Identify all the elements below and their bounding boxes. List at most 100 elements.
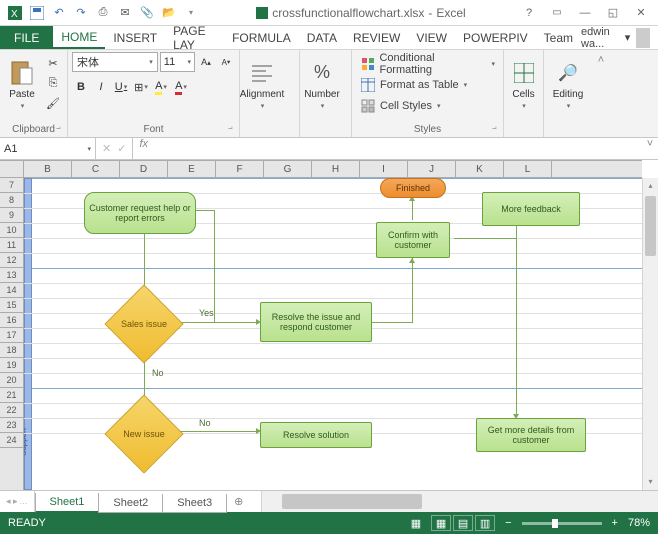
column-headers[interactable]: B C D E F G H I J K L	[24, 160, 642, 178]
row-header[interactable]: 13	[0, 268, 23, 283]
row-header[interactable]: 20	[0, 373, 23, 388]
row-header[interactable]: 11	[0, 238, 23, 253]
cells-button[interactable]: Cells▾	[508, 52, 539, 116]
decrease-font-button[interactable]: A▾	[217, 53, 235, 71]
zoom-slider[interactable]	[522, 522, 602, 525]
row-header[interactable]: 15	[0, 298, 23, 313]
sheet-tab-sheet1[interactable]: Sheet1	[35, 493, 100, 513]
restore-icon[interactable]: ◱	[600, 3, 626, 23]
font-size-combo[interactable]: 11▾	[160, 52, 195, 72]
scroll-thumb[interactable]	[645, 196, 656, 256]
shape-finished[interactable]: Finished	[380, 178, 446, 198]
formula-input[interactable]	[154, 138, 642, 159]
vertical-scrollbar[interactable]: ▴ ▾	[642, 178, 658, 490]
col-header[interactable]: E	[168, 161, 216, 177]
shape-get-details[interactable]: Get more details from customer	[476, 418, 586, 452]
paste-button[interactable]: Paste▾	[4, 52, 40, 116]
undo-icon[interactable]: ↶	[50, 4, 68, 22]
row-header[interactable]: 12	[0, 253, 23, 268]
row-header[interactable]: 9	[0, 208, 23, 223]
cut-button[interactable]: ✂	[44, 54, 62, 72]
tab-team[interactable]: Team	[536, 26, 581, 49]
border-button[interactable]: ⊞▾	[132, 78, 150, 96]
row-header[interactable]: 21	[0, 388, 23, 403]
close-icon[interactable]: ✕	[628, 3, 654, 23]
collapse-ribbon-icon[interactable]: ˄	[592, 50, 610, 137]
format-as-table-button[interactable]: Format as Table▾	[356, 75, 499, 95]
increase-font-button[interactable]: A▴	[197, 53, 215, 71]
col-header[interactable]: I	[360, 161, 408, 177]
row-header[interactable]: 23	[0, 418, 23, 433]
row-header[interactable]: 24	[0, 433, 23, 448]
sheet-tab-sheet2[interactable]: Sheet2	[98, 494, 163, 513]
account-menu[interactable]: edwin wa... ▾	[581, 26, 658, 49]
col-header[interactable]: J	[408, 161, 456, 177]
row-header[interactable]: 14	[0, 283, 23, 298]
minimize-icon[interactable]: —	[572, 3, 598, 23]
expand-formula-bar-icon[interactable]: ˅	[642, 138, 658, 159]
col-header[interactable]: H	[312, 161, 360, 177]
cancel-formula-icon[interactable]: ✕	[102, 142, 111, 155]
row-header[interactable]: 19	[0, 358, 23, 373]
file-tab[interactable]: FILE	[0, 26, 53, 49]
attach-icon[interactable]: 📎	[138, 4, 156, 22]
col-header[interactable]: C	[72, 161, 120, 177]
italic-button[interactable]: I	[92, 78, 110, 96]
mail-icon[interactable]: ✉	[116, 4, 134, 22]
row-header[interactable]: 16	[0, 313, 23, 328]
shape-new-issue[interactable]: New issue	[116, 406, 172, 462]
scroll-thumb[interactable]	[282, 494, 422, 509]
select-all-button[interactable]	[0, 160, 24, 178]
font-name-combo[interactable]: 宋体▾	[72, 52, 158, 72]
zoom-thumb[interactable]	[552, 519, 558, 528]
shape-confirm-customer[interactable]: Confirm with customer	[376, 222, 450, 258]
conditional-formatting-button[interactable]: Conditional Formatting▾	[356, 54, 499, 74]
open-icon[interactable]: 📂	[160, 4, 178, 22]
col-header[interactable]: L	[504, 161, 552, 177]
fill-color-button[interactable]: A▾	[152, 78, 170, 96]
sheet-canvas[interactable]: Support /* gridlines drawn via elements …	[24, 178, 642, 490]
alignment-button[interactable]: Alignment▾	[244, 52, 280, 116]
col-header[interactable]: B	[24, 161, 72, 177]
col-header[interactable]: F	[216, 161, 264, 177]
font-color-button[interactable]: A▾	[172, 78, 190, 96]
page-break-view-button[interactable]: ▥	[475, 515, 495, 531]
zoom-percent[interactable]: 78%	[628, 517, 650, 529]
macro-record-icon[interactable]: ▦	[411, 517, 421, 530]
tab-home[interactable]: HOME	[53, 26, 105, 49]
excel-icon[interactable]: X	[6, 4, 24, 22]
col-header[interactable]: K	[456, 161, 504, 177]
editing-button[interactable]: 🔎 Editing▾	[548, 52, 588, 116]
zoom-in-button[interactable]: +	[612, 517, 618, 529]
row-header[interactable]: 17	[0, 328, 23, 343]
tab-insert[interactable]: INSERT	[105, 26, 165, 49]
shape-sales-issue[interactable]: Sales issue	[116, 296, 172, 352]
new-sheet-button[interactable]: ⊕	[226, 491, 251, 512]
worksheet-grid[interactable]: B C D E F G H I J K L 7 8 9 10 11 12 13 …	[0, 160, 658, 490]
row-header[interactable]: 22	[0, 403, 23, 418]
shape-customer-request[interactable]: Customer request help or report errors	[84, 192, 196, 234]
underline-button[interactable]: U▾	[112, 78, 130, 96]
shape-more-feedback[interactable]: More feedback	[482, 192, 580, 226]
horizontal-scrollbar[interactable]	[261, 491, 658, 512]
tab-page-layout[interactable]: PAGE LAY	[165, 26, 224, 49]
tab-data[interactable]: DATA	[299, 26, 345, 49]
row-header[interactable]: 10	[0, 223, 23, 238]
enter-formula-icon[interactable]: ✓	[117, 142, 126, 155]
copy-button[interactable]: ⎘	[44, 74, 62, 92]
number-button[interactable]: % Number▾	[304, 52, 340, 116]
tab-formulas[interactable]: FORMULA	[224, 26, 299, 49]
col-header[interactable]: D	[120, 161, 168, 177]
ribbon-display-icon[interactable]: ▭	[544, 3, 570, 23]
row-header[interactable]: 18	[0, 343, 23, 358]
row-header[interactable]: 8	[0, 193, 23, 208]
shape-resolve-solution[interactable]: Resolve solution	[260, 422, 372, 448]
row-header[interactable]: 7	[0, 178, 23, 193]
qat-customize-icon[interactable]: ▾	[182, 4, 200, 22]
sheet-tab-sheet3[interactable]: Sheet3	[162, 494, 227, 513]
row-headers[interactable]: 7 8 9 10 11 12 13 14 15 16 17 18 19 20 2…	[0, 178, 24, 490]
fx-icon[interactable]: fx	[133, 138, 154, 159]
tab-view[interactable]: VIEW	[408, 26, 455, 49]
scroll-up-icon[interactable]: ▴	[643, 178, 658, 194]
save-icon[interactable]	[28, 4, 46, 22]
